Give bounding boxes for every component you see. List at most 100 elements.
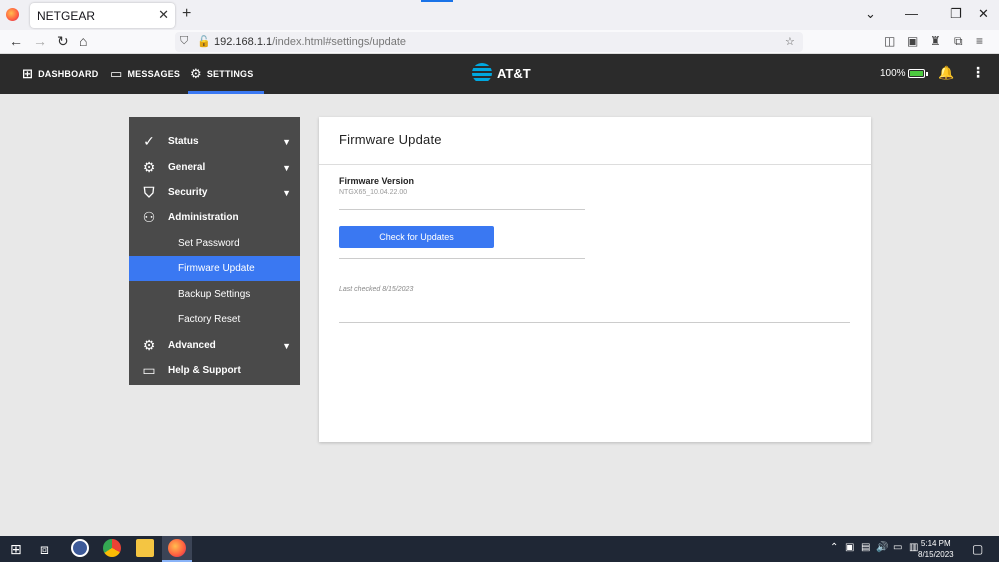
reload-icon[interactable]: ↻ [57, 33, 69, 50]
sidebar-item-label: Help & Support [168, 365, 241, 376]
brand-name: AT&T [497, 65, 531, 81]
sidebar-item-set-password[interactable]: Set Password [129, 231, 300, 256]
nav-dashboard-label: DASHBOARD [38, 69, 99, 79]
divider [339, 322, 850, 323]
pocket-icon[interactable]: ◫ [884, 34, 895, 48]
file-explorer-icon[interactable] [136, 539, 154, 557]
sidebar-item-backup-settings[interactable]: Backup Settings [129, 282, 300, 307]
more-options-icon[interactable]: ⋮ [971, 64, 985, 81]
new-tab-icon[interactable]: + [182, 5, 191, 23]
sidebar-item-advanced[interactable]: ⚙ Advanced ▼ [129, 333, 300, 358]
att-globe-icon [472, 63, 492, 83]
sidebar-item-label: General [168, 162, 206, 173]
sidebar-item-label: Firmware Update [178, 263, 255, 274]
gear-advanced-icon: ⚙ [142, 337, 156, 353]
nav-settings[interactable]: ⚙ SETTINGS [190, 54, 253, 94]
message-icon: ▭ [110, 66, 123, 81]
bell-icon[interactable]: 🔔 [938, 65, 954, 81]
taskbar-clock[interactable]: 5:14 PM 8/15/2023 [918, 538, 954, 560]
clock-time: 5:14 PM [920, 539, 951, 548]
browser-tab[interactable]: NETGEAR ✕ [30, 3, 175, 28]
battery-fill [910, 71, 923, 76]
sidebar-item-help-support[interactable]: ▭ Help & Support [129, 358, 300, 383]
tab-indicator [421, 0, 453, 2]
sidebar-item-status[interactable]: ✓ Status ▼ [129, 129, 300, 154]
chevron-down-icon[interactable]: ▼ [282, 188, 291, 198]
gear-icon: ⚙ [142, 159, 156, 175]
insecure-lock-icon[interactable]: 🔓 [197, 35, 211, 48]
back-icon[interactable]: ← [9, 33, 23, 49]
windows-taskbar: ⊞ ⧈ ⌃ ▣ ▤ 🔊 ▭ ▥ 5:14 PM 8/15/2023 ▢ [0, 536, 999, 562]
shield-icon[interactable]: ⛉ [180, 35, 188, 48]
restore-icon[interactable]: ❐ [950, 6, 962, 22]
extension-k-icon[interactable]: ▣ [907, 34, 918, 48]
firmware-version-label: Firmware Version [339, 176, 415, 186]
list-tabs-icon[interactable]: ⌄ [865, 6, 876, 22]
sidebar-item-label: Factory Reset [178, 314, 241, 325]
clock-date: 8/15/2023 [918, 550, 954, 559]
sidebar-item-label: Status [168, 136, 199, 147]
sidebar-item-label: Administration [168, 212, 239, 223]
network-icon[interactable]: ▤ [861, 542, 870, 553]
nav-messages[interactable]: ▭ MESSAGES [110, 54, 180, 94]
nav-settings-label: SETTINGS [206, 69, 254, 79]
browser-tab-bar: NETGEAR ✕ + ⌄ — ❐ ✕ [0, 0, 999, 30]
user-gear-icon: ⚇ [142, 209, 156, 225]
chevron-down-icon[interactable]: ▼ [282, 341, 291, 351]
chrome-icon[interactable] [103, 539, 121, 557]
display-icon[interactable]: ▭ [893, 542, 902, 553]
battery-percent: 100% [880, 68, 906, 79]
last-checked-text: Last checked 8/15/2023 [339, 286, 414, 293]
nav-dashboard[interactable]: ⊞ DASHBOARD [22, 54, 98, 94]
sidebar-item-factory-reset[interactable]: Factory Reset [129, 307, 300, 332]
firmware-card: Firmware Update Firmware Version NTGX65_… [319, 117, 871, 442]
battery-icon [908, 69, 925, 78]
forward-icon[interactable]: → [33, 33, 47, 49]
sidebar-item-label: Backup Settings [178, 289, 251, 300]
chat-icon: ▭ [142, 362, 156, 378]
sidebar-item-general[interactable]: ⚙ General ▼ [129, 155, 300, 180]
extension-icon[interactable]: ♜ [930, 34, 941, 48]
minimize-icon[interactable]: — [905, 6, 918, 21]
url-bar[interactable]: ⛉ 🔓 192.168.1.1/index.html#settings/upda… [175, 32, 803, 52]
firefox-icon[interactable] [6, 8, 19, 21]
tab-close-icon[interactable]: ✕ [158, 7, 169, 23]
chevron-down-icon[interactable]: ▼ [282, 163, 291, 173]
sidebar-item-security[interactable]: ⛉ Security ▼ [129, 180, 300, 205]
tray-app-icon[interactable]: ▣ [845, 542, 854, 553]
check-circle-icon: ✓ [143, 133, 155, 149]
att-logo: AT&T [472, 63, 531, 83]
battery-tip [926, 72, 928, 76]
sidebar-item-administration[interactable]: ⚇ Administration [129, 205, 300, 230]
menu-icon[interactable]: ≡ [976, 34, 983, 48]
home-icon[interactable]: ⌂ [79, 33, 87, 49]
shield-icon: ⛉ [143, 184, 155, 200]
firefox-taskbar-icon[interactable] [168, 539, 186, 557]
tray-chevron-up-icon[interactable]: ⌃ [830, 542, 838, 553]
extensions-icon[interactable]: ⧉ [954, 34, 963, 49]
page-title: Firmware Update [339, 132, 442, 147]
sidebar-item-firmware-update[interactable]: Firmware Update [129, 256, 300, 281]
url-text[interactable]: 192.168.1.1/index.html#settings/update [214, 36, 406, 48]
volume-icon[interactable]: 🔊 [876, 542, 888, 553]
settings-sidebar: ✓ Status ▼ ⚙ General ▼ ⛉ Security ▼ ⚇ Ad… [129, 117, 300, 385]
chevron-down-icon[interactable]: ▼ [282, 137, 291, 147]
tab-title: NETGEAR [37, 9, 96, 23]
firmware-version-value: NTGX65_10.04.22.00 [339, 189, 408, 196]
window-close-icon[interactable]: ✕ [978, 6, 989, 22]
browser-nav-bar: ← → ↻ ⌂ ⛉ 🔓 192.168.1.1/index.html#setti… [0, 30, 999, 54]
task-view-icon[interactable]: ⧈ [40, 541, 49, 558]
app-icon[interactable] [71, 539, 89, 557]
bookmark-star-icon[interactable]: ☆ [785, 35, 795, 48]
divider [339, 258, 585, 259]
windows-start-icon[interactable]: ⊞ [10, 541, 22, 558]
check-for-updates-button[interactable]: Check for Updates [339, 226, 494, 248]
notification-icon[interactable]: ▢ [972, 542, 983, 556]
divider [339, 209, 585, 210]
grid-icon: ⊞ [22, 66, 34, 81]
sidebar-item-label: Advanced [168, 340, 216, 351]
nav-active-indicator [188, 91, 264, 94]
gear-icon: ⚙ [190, 66, 202, 81]
divider [319, 164, 871, 165]
sidebar-item-label: Set Password [178, 238, 240, 249]
